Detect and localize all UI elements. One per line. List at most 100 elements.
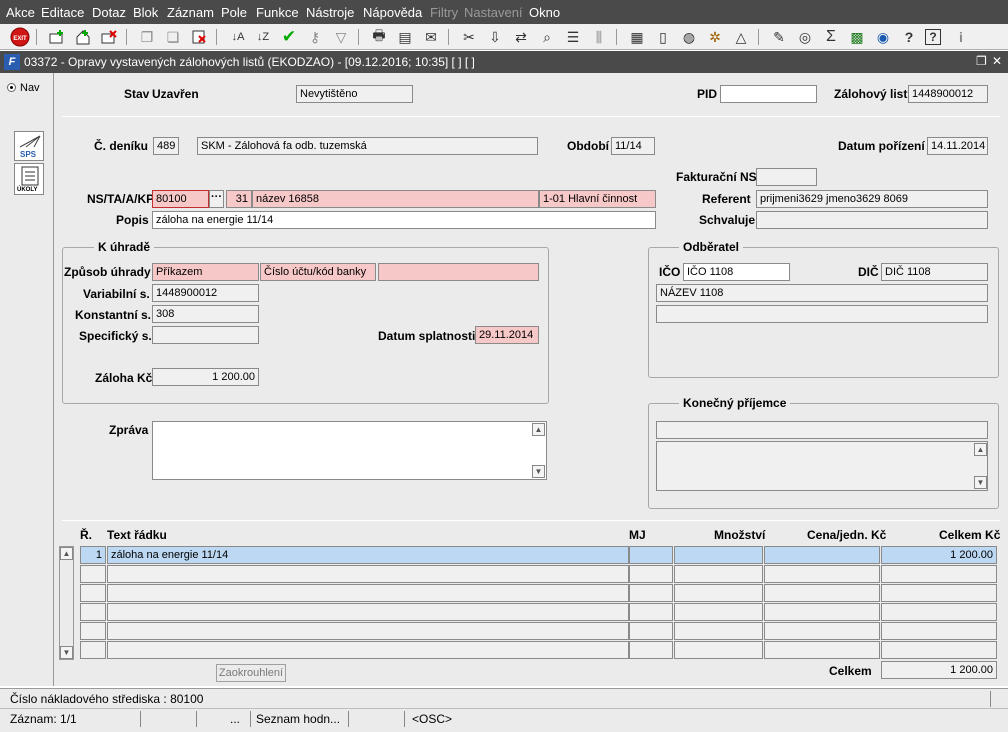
exit-icon[interactable]: EXIT [9, 27, 31, 47]
check-icon[interactable]: ✔ [279, 27, 299, 47]
cell-mnozstvi[interactable] [674, 603, 763, 621]
cell-celkem[interactable] [881, 584, 997, 602]
datum-splatnosti-field[interactable]: 29.11.2014 [475, 326, 539, 344]
zprava-text-area[interactable] [152, 421, 547, 480]
close-icon[interactable]: ✕ [992, 54, 1002, 68]
konstantni-field[interactable]: 308 [152, 305, 259, 323]
menu-akce[interactable]: Akce [6, 5, 35, 20]
prijemce-text-area[interactable] [656, 441, 988, 491]
cell-mj[interactable] [629, 546, 673, 564]
table-scroll-up-icon[interactable]: ▲ [60, 547, 73, 560]
zpusob-uhrady-field[interactable]: Příkazem [152, 263, 259, 281]
cell-text[interactable] [107, 622, 629, 640]
cell-mj[interactable] [629, 622, 673, 640]
datum-porizeni-field[interactable]: 14.11.2014 [927, 137, 988, 155]
info-icon[interactable]: i [951, 27, 971, 47]
help-icon[interactable]: ? [925, 29, 941, 45]
help-query-icon[interactable]: ? [899, 27, 919, 47]
cell-mnozstvi[interactable] [674, 641, 763, 659]
sort-asc-icon[interactable]: ↓A [228, 27, 248, 47]
cell-r[interactable] [80, 622, 106, 640]
nav-radio[interactable] [7, 83, 16, 92]
globe-icon[interactable]: ◍ [679, 27, 699, 47]
cell-r[interactable] [80, 584, 106, 602]
menu-okno[interactable]: Okno [529, 5, 560, 20]
excel-icon[interactable]: ▩ [847, 27, 867, 47]
cell-mj[interactable] [629, 603, 673, 621]
save-icon[interactable] [73, 27, 93, 47]
menu-funkce[interactable]: Funkce [256, 5, 299, 20]
zprava-scroll-down-icon[interactable]: ▼ [532, 465, 545, 478]
table-scrollbar[interactable]: ▲ ▼ [59, 546, 74, 660]
cell-cena[interactable] [764, 622, 880, 640]
cell-r[interactable] [80, 565, 106, 583]
cell-text[interactable] [107, 641, 629, 659]
sps-button[interactable]: SPS [14, 131, 44, 161]
menu-dotaz[interactable]: Dotaz [92, 5, 126, 20]
zprava-scroll-up-icon[interactable]: ▲ [532, 423, 545, 436]
cell-mj[interactable] [629, 584, 673, 602]
ucet-field[interactable]: Číslo účtu/kód banky [260, 263, 376, 281]
banka-field[interactable] [378, 263, 539, 281]
list-icon[interactable]: ☰ [563, 27, 583, 47]
ns-lov-button[interactable]: ··· [209, 190, 224, 208]
cell-cena[interactable] [764, 584, 880, 602]
menu-zaznam[interactable]: Záznam [167, 5, 214, 20]
restore-icon[interactable]: ❐ [976, 54, 987, 68]
cell-r[interactable] [80, 603, 106, 621]
ukoly-button[interactable]: ÚKOLY [14, 163, 44, 195]
cell-cena[interactable] [764, 603, 880, 621]
cell-mnozstvi[interactable] [674, 565, 763, 583]
mail-icon[interactable]: ✉ [421, 27, 441, 47]
zalohovy-list-field[interactable]: 1448900012 [908, 85, 988, 103]
zaokrouhleni-button[interactable]: Zaokrouhlení [216, 664, 286, 682]
cell-celkem[interactable] [881, 622, 997, 640]
cell-text[interactable] [107, 603, 629, 621]
specificky-field[interactable] [152, 326, 259, 344]
menu-nastroje[interactable]: Nástroje [306, 5, 354, 20]
cell-mj[interactable] [629, 641, 673, 659]
cell-mnozstvi[interactable] [674, 546, 763, 564]
menu-blok[interactable]: Blok [133, 5, 158, 20]
cell-text[interactable] [107, 584, 629, 602]
variabilni-field[interactable]: 1448900012 [152, 284, 259, 302]
kp-field[interactable]: 1-01 Hlavní činnost [539, 190, 656, 208]
pid-field[interactable] [720, 85, 817, 103]
attach-icon[interactable]: ▦ [627, 27, 647, 47]
settings-icon[interactable]: ✲ [705, 27, 725, 47]
cell-mnozstvi[interactable] [674, 584, 763, 602]
cell-celkem[interactable]: 1 200.00 [881, 546, 997, 564]
referent-field[interactable]: prijmeni3629 jmeno3629 8069 [756, 190, 988, 208]
cell-mj[interactable] [629, 565, 673, 583]
cell-celkem[interactable] [881, 603, 997, 621]
cut-icon[interactable]: ✂ [459, 27, 479, 47]
menu-editace[interactable]: Editace [41, 5, 84, 20]
menu-pole[interactable]: Pole [221, 5, 247, 20]
dic-field[interactable]: DIČ 1108 [881, 263, 988, 281]
cell-celkem[interactable] [881, 565, 997, 583]
scroll-up-icon[interactable]: ▲ [974, 443, 987, 456]
cell-mnozstvi[interactable] [674, 622, 763, 640]
paste-icon[interactable]: ⇩ [485, 27, 505, 47]
cell-text[interactable] [107, 565, 629, 583]
ta-field[interactable]: 31 [226, 190, 252, 208]
note-icon[interactable]: ✎ [769, 27, 789, 47]
menu-napoveda[interactable]: Nápověda [363, 5, 422, 20]
document-icon[interactable]: ▯ [653, 27, 673, 47]
schvaluje-field[interactable] [756, 211, 988, 229]
table-scroll-down-icon[interactable]: ▼ [60, 646, 73, 659]
c-deniku-field[interactable]: 489 [153, 137, 179, 155]
cell-cena[interactable] [764, 641, 880, 659]
cell-celkem[interactable] [881, 641, 997, 659]
ns-field[interactable]: 80100 [152, 190, 209, 208]
delete-record-icon[interactable] [99, 27, 119, 47]
insert-record-icon[interactable] [47, 27, 67, 47]
popis-field[interactable]: záloha na energie 11/14 [152, 211, 656, 229]
chart-icon[interactable]: △ [731, 27, 751, 47]
cell-cena[interactable] [764, 565, 880, 583]
fakturacni-ns-field[interactable] [756, 168, 817, 186]
print-preview-icon[interactable]: ▤ [395, 27, 415, 47]
cell-text[interactable]: záloha na energie 11/14 [107, 546, 629, 564]
scroll-down-icon[interactable]: ▼ [974, 476, 987, 489]
transfer-icon[interactable]: ⇄ [511, 27, 531, 47]
